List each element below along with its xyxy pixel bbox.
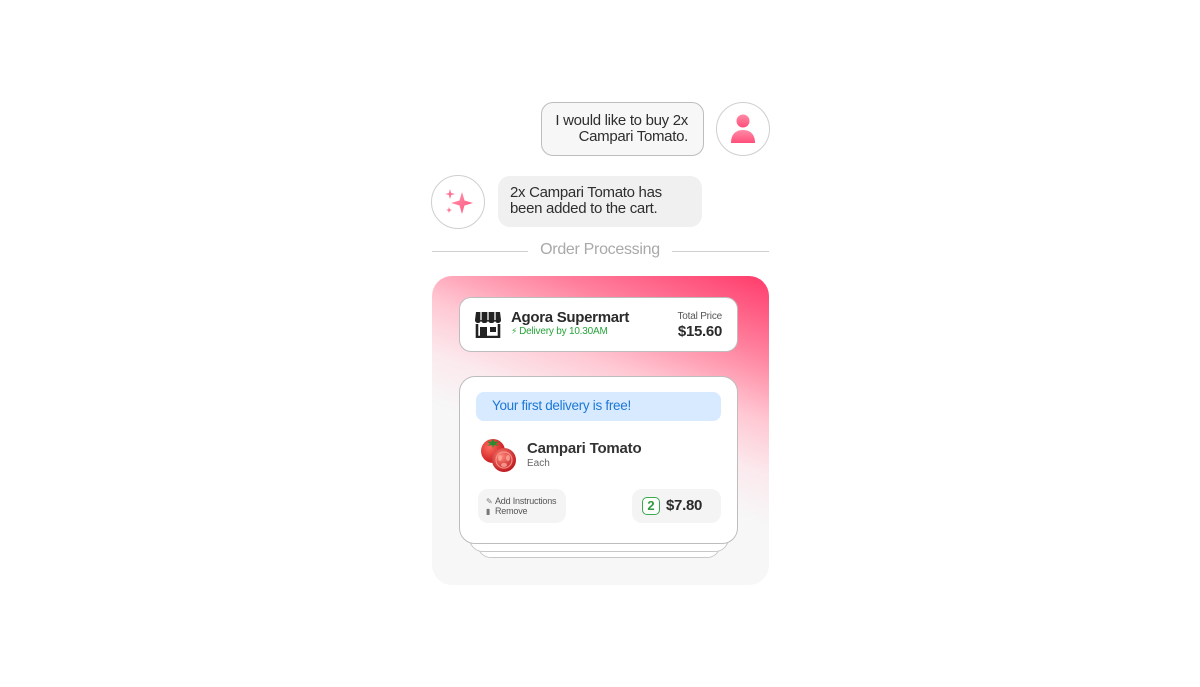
- pencil-icon: ✎: [486, 497, 493, 506]
- quantity-badge[interactable]: 2: [642, 497, 660, 515]
- free-delivery-banner: Your first delivery is free!: [476, 392, 721, 421]
- product-name: Campari Tomato: [527, 440, 642, 457]
- item-actions: ✎ Add Instructions ▮ Remove: [478, 489, 566, 523]
- divider-line-right: [672, 251, 769, 252]
- store-card[interactable]: Agora Supermart ⚡ Delivery by 10.30AM Tot…: [459, 297, 738, 352]
- add-instructions-button[interactable]: ✎ Add Instructions: [486, 496, 566, 507]
- remove-button[interactable]: ▮ Remove: [486, 506, 566, 517]
- item-price: $7.80: [666, 497, 703, 514]
- user-message-text: I would like to buy 2x Campari Tomato.: [555, 112, 688, 145]
- assistant-avatar: [431, 175, 485, 229]
- trash-icon: ▮: [486, 507, 491, 516]
- total-price-value: $15.60: [677, 323, 722, 340]
- divider-line-left: [432, 251, 528, 252]
- order-processing-label: Order Processing: [540, 241, 660, 258]
- store-name: Agora Supermart: [511, 309, 630, 326]
- cart-item-card: Your first delivery is free! Campari Tom…: [459, 376, 738, 544]
- product-unit: Each: [527, 458, 550, 469]
- total-price-label: Total Price: [677, 311, 723, 322]
- assistant-message-text: 2x Campari Tomato has been added to the …: [510, 184, 662, 217]
- delivery-text: Delivery by 10.30AM: [519, 326, 608, 337]
- user-avatar: [716, 102, 770, 156]
- delivery-time: ⚡ Delivery by 10.30AM: [511, 326, 608, 337]
- assistant-message-bubble: 2x Campari Tomato has been added to the …: [498, 176, 702, 227]
- sparkles-icon: [445, 189, 473, 214]
- storefront-icon: [475, 312, 501, 338]
- remove-label: Remove: [495, 506, 528, 516]
- add-instructions-label: Add Instructions: [495, 496, 557, 506]
- tomato-icon: [481, 439, 516, 472]
- bolt-icon: ⚡: [511, 326, 518, 336]
- person-icon: [731, 114, 755, 143]
- quantity-price-box: 2 $7.80: [632, 489, 721, 523]
- user-message-bubble: I would like to buy 2x Campari Tomato.: [541, 102, 704, 156]
